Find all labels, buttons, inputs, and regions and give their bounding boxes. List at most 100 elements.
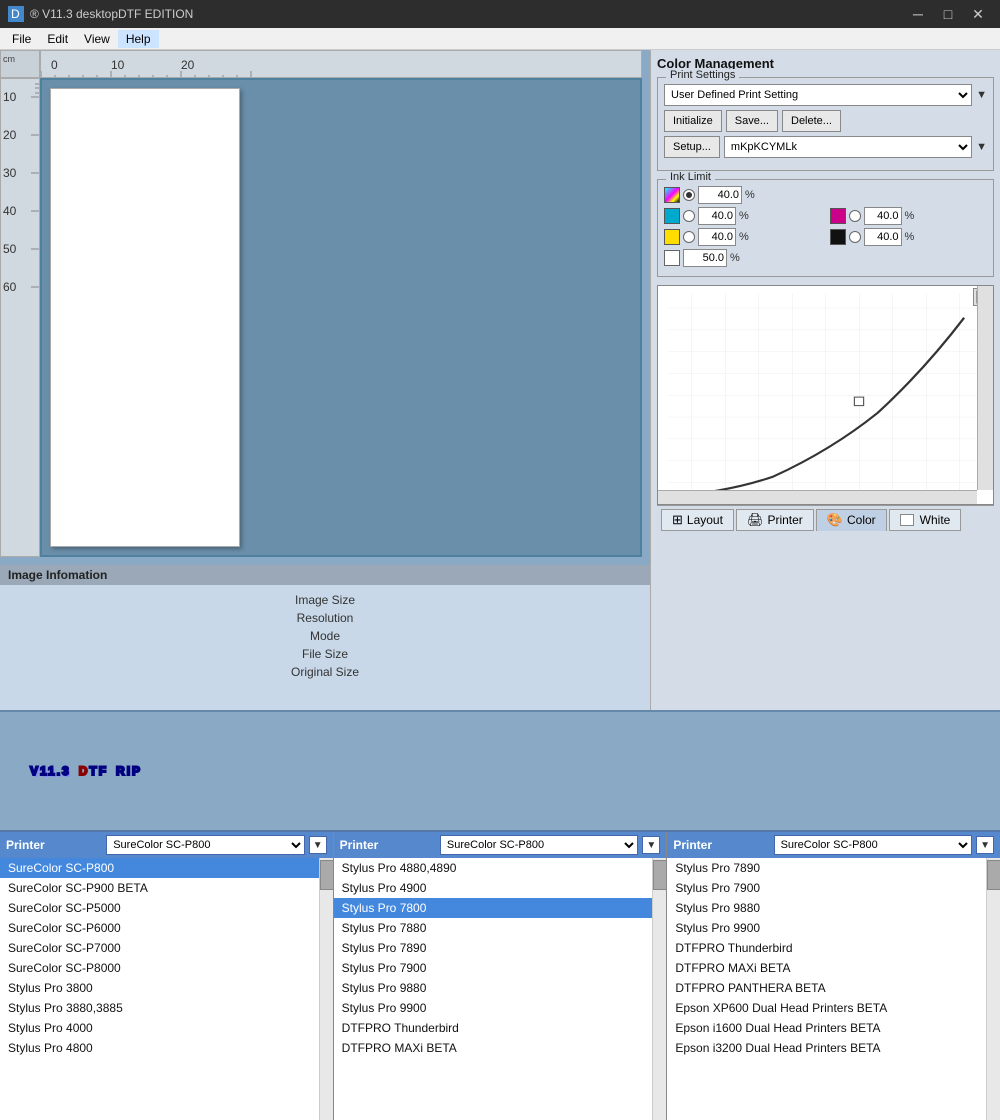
image-size-row: Image Size xyxy=(20,591,630,609)
list-scrollbar-2[interactable] xyxy=(652,858,666,1120)
color-management-panel: Color Management Print Settings User Def… xyxy=(650,50,1000,710)
yellow-radio[interactable] xyxy=(683,231,695,243)
dropdown-arrow-2[interactable]: ▼ xyxy=(642,836,660,854)
black-radio[interactable] xyxy=(849,231,861,243)
list-item[interactable]: SureColor SC-P7000 xyxy=(0,938,319,958)
printer-select-3[interactable]: SureColor SC-P800 xyxy=(774,835,972,855)
list-item[interactable]: DTFPRO Thunderbird xyxy=(334,1018,653,1038)
cyan-value-input[interactable] xyxy=(698,207,736,225)
white-value-input[interactable] xyxy=(683,249,727,267)
tab-printer[interactable]: 🖨 Printer xyxy=(736,509,814,531)
yellow-value-input[interactable] xyxy=(698,228,736,246)
tab-white[interactable]: White xyxy=(889,509,962,531)
svg-text:60: 60 xyxy=(3,280,17,294)
list-item[interactable]: SureColor SC-P8000 xyxy=(0,958,319,978)
list-item[interactable]: Stylus Pro 7890 xyxy=(667,858,986,878)
svg-text:0: 0 xyxy=(51,58,58,72)
cmyk-radio[interactable] xyxy=(683,189,695,201)
minimize-button[interactable]: ─ xyxy=(904,0,932,28)
list-item[interactable]: DTFPRO MAXi BETA xyxy=(667,958,986,978)
list-item[interactable]: Stylus Pro 7800 xyxy=(334,898,653,918)
dropdown-header-3: Printer SureColor SC-P800 ▼ xyxy=(667,832,1000,858)
dropdown-label-1: Printer xyxy=(6,838,102,852)
list-item[interactable]: SureColor SC-P800 xyxy=(0,858,319,878)
cyan-radio[interactable] xyxy=(683,210,695,222)
list-item[interactable]: Stylus Pro 9880 xyxy=(334,978,653,998)
yellow-swatch xyxy=(664,229,680,245)
yellow-black-row: % % xyxy=(664,228,987,249)
color-icon: 🎨 xyxy=(827,512,843,528)
cyan-magenta-row: % % xyxy=(664,207,987,228)
magenta-pct: % xyxy=(905,210,915,222)
list-item[interactable]: Stylus Pro 9880 xyxy=(667,898,986,918)
magenta-row: % xyxy=(830,207,988,225)
menu-help[interactable]: Help xyxy=(118,30,159,48)
ruler-top: 0 10 20 xyxy=(40,50,642,78)
magenta-radio[interactable] xyxy=(849,210,861,222)
delete-button[interactable]: Delete... xyxy=(782,110,841,132)
list-item[interactable]: Stylus Pro 7890 xyxy=(334,938,653,958)
file-size-row: File Size xyxy=(20,645,630,663)
list-item[interactable]: Epson i3200 Dual Head Printers BETA xyxy=(667,1038,986,1058)
list-item[interactable]: DTFPRO Thunderbird xyxy=(667,938,986,958)
list-item[interactable]: DTFPRO MAXi BETA xyxy=(334,1038,653,1058)
canvas-area: cm 0 10 20 xyxy=(0,50,650,565)
printer-list-2: Stylus Pro 4880,4890 Stylus Pro 4900 Sty… xyxy=(334,858,653,1120)
initialize-button[interactable]: Initialize xyxy=(664,110,722,132)
list-item[interactable]: Stylus Pro 3880,3885 xyxy=(0,998,319,1018)
menu-edit[interactable]: Edit xyxy=(39,30,76,48)
dropdown-arrow-3[interactable]: ▼ xyxy=(976,836,994,854)
page-canvas xyxy=(40,78,642,557)
list-item[interactable]: Stylus Pro 9900 xyxy=(334,998,653,1018)
menu-view[interactable]: View xyxy=(76,30,118,48)
save-button[interactable]: Save... xyxy=(726,110,778,132)
curve-area xyxy=(657,285,994,505)
maximize-button[interactable]: □ xyxy=(934,0,962,28)
magenta-value-input[interactable] xyxy=(864,207,902,225)
list-scrollbar-3[interactable] xyxy=(986,858,1000,1120)
printer-icon: 🖨 xyxy=(747,512,764,528)
list-item[interactable]: Stylus Pro 4880,4890 xyxy=(334,858,653,878)
cyan-swatch xyxy=(664,208,680,224)
title-bar: D ® V11.3 desktopDTF EDITION ─ □ ✕ xyxy=(0,0,1000,28)
printer-select-2[interactable]: SureColor SC-P800 xyxy=(440,835,638,855)
list-item[interactable]: Stylus Pro 7880 xyxy=(334,918,653,938)
setup-row: Setup... mKpKCYMLk ▼ xyxy=(664,136,987,158)
tab-color[interactable]: 🎨 Color xyxy=(816,509,887,531)
app-icon: D xyxy=(8,6,24,22)
list-scrollbar-1[interactable] xyxy=(319,858,333,1120)
curve-scroll-y[interactable] xyxy=(977,286,993,490)
list-item[interactable]: SureColor SC-P6000 xyxy=(0,918,319,938)
svg-text:30: 30 xyxy=(3,166,17,180)
list-item[interactable]: Epson XP600 Dual Head Printers BETA xyxy=(667,998,986,1018)
black-value-input[interactable] xyxy=(864,228,902,246)
close-button[interactable]: ✕ xyxy=(964,0,992,28)
print-setting-select[interactable]: User Defined Print Setting xyxy=(664,84,972,106)
list-item[interactable]: Stylus Pro 7900 xyxy=(334,958,653,978)
bottom-tabs: ⊞ Layout 🖨 Printer 🎨 Color White xyxy=(657,505,994,533)
list-item[interactable]: Stylus Pro 7900 xyxy=(667,878,986,898)
tab-layout[interactable]: ⊞ Layout xyxy=(661,509,734,531)
printer-select-1[interactable]: SureColor SC-P800 xyxy=(106,835,304,855)
menu-file[interactable]: File xyxy=(4,30,39,48)
list-item[interactable]: DTFPRO PANTHERA BETA xyxy=(667,978,986,998)
list-item[interactable]: Stylus Pro 9900 xyxy=(667,918,986,938)
list-item[interactable]: Stylus Pro 3800 xyxy=(0,978,319,998)
setup-button[interactable]: Setup... xyxy=(664,136,720,158)
cyan-row: % xyxy=(664,207,822,225)
dropdown-header-2: Printer SureColor SC-P800 ▼ xyxy=(334,832,667,858)
curve-scroll-x[interactable] xyxy=(658,490,977,504)
cmyk-value-input[interactable] xyxy=(698,186,742,204)
dropdown-arrow-1[interactable]: ▼ xyxy=(309,836,327,854)
svg-text:40: 40 xyxy=(3,204,17,218)
list-item[interactable]: Stylus Pro 4900 xyxy=(334,878,653,898)
cmyk-swatch xyxy=(664,187,680,203)
setup-select[interactable]: mKpKCYMLk xyxy=(724,136,972,158)
list-item[interactable]: Stylus Pro 4000 xyxy=(0,1018,319,1038)
white-pct: % xyxy=(730,252,740,264)
list-item[interactable]: SureColor SC-P5000 xyxy=(0,898,319,918)
tab-color-label: Color xyxy=(847,513,876,527)
list-item[interactable]: SureColor SC-P900 BETA xyxy=(0,878,319,898)
list-item[interactable]: Epson i1600 Dual Head Printers BETA xyxy=(667,1018,986,1038)
list-item[interactable]: Stylus Pro 4800 xyxy=(0,1038,319,1058)
